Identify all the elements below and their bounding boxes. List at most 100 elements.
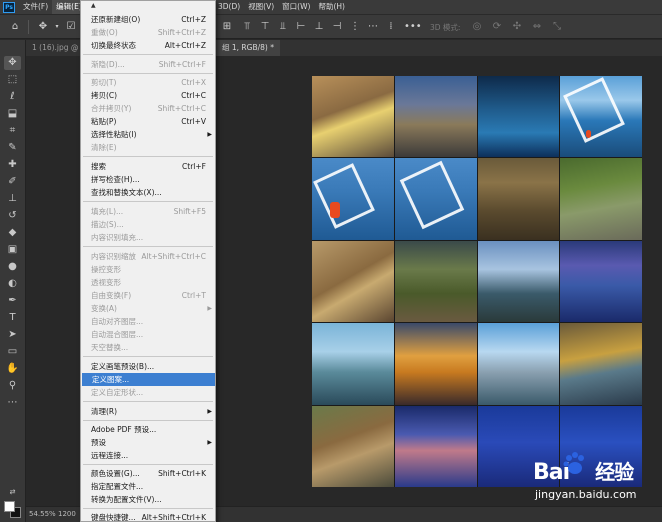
more-tools-icon[interactable]: ⋯ xyxy=(4,396,21,410)
align-bottom-icon[interactable]: ⫫ xyxy=(276,20,290,34)
crop-tool-icon[interactable]: ⌗ xyxy=(4,124,21,138)
menu-item-cut[interactable]: 剪切(T) Ctrl+X xyxy=(81,76,215,89)
type-tool-icon[interactable]: T xyxy=(4,311,21,325)
paw-icon xyxy=(563,452,584,474)
menu-item-free-transform[interactable]: 自由变换(F) Ctrl+T xyxy=(81,289,215,302)
photo-frame-graphic xyxy=(399,161,465,230)
path-select-tool-icon[interactable]: ➤ xyxy=(4,328,21,342)
menu-item-convert-to-profile[interactable]: 转换为配置文件(V)... xyxy=(81,493,215,506)
menu-item-adobe-pdf-presets[interactable]: Adobe PDF 预设... xyxy=(81,423,215,436)
3d-roll-icon[interactable]: ⟳ xyxy=(490,20,504,34)
menu-item-purge[interactable]: 清理(R) ▶ xyxy=(81,405,215,418)
distribute-horizontal-icon[interactable]: ⁞ xyxy=(384,20,398,34)
photo-frame-graphic xyxy=(563,77,626,143)
menu-item-copy[interactable]: 拷贝(C) Ctrl+C xyxy=(81,89,215,102)
photo-tile xyxy=(312,405,394,487)
transform-controls-icon[interactable]: ⊞ xyxy=(220,20,234,34)
photo-tile xyxy=(560,76,642,158)
move-tool-icon[interactable]: ✥ xyxy=(4,56,21,70)
menu-3d[interactable]: 3D(D) xyxy=(214,0,244,14)
3d-slide-icon[interactable]: ⇔ xyxy=(530,20,544,34)
swap-colors-icon[interactable]: ⇄ xyxy=(4,485,21,499)
menu-item-assign-profile[interactable]: 指定配置文件... xyxy=(81,480,215,493)
menu-item-undo[interactable]: 还原新建组(O) Ctrl+Z xyxy=(81,13,215,26)
3d-scale-icon[interactable]: ⤡ xyxy=(550,20,564,34)
align-right-icon[interactable]: ⊣ xyxy=(330,20,344,34)
menu-item-fill[interactable]: 填充(L)... Shift+F5 xyxy=(81,205,215,218)
menu-item-copy-merged[interactable]: 合并拷贝(Y) Shift+Ctrl+C xyxy=(81,102,215,115)
dodge-tool-icon[interactable]: ◐ xyxy=(4,277,21,291)
menu-item-color-settings[interactable]: 颜色设置(G)... Shift+Ctrl+K xyxy=(81,467,215,480)
menu-item-clear[interactable]: 清除(E) xyxy=(81,141,215,154)
menu-item-keyboard-shortcuts[interactable]: 键盘快捷键... Alt+Shift+Ctrl+K xyxy=(81,511,215,522)
menu-view[interactable]: 视图(V) xyxy=(244,0,278,14)
zoom-level[interactable]: 54.55% xyxy=(29,510,56,518)
menu-item-toggle-last-state[interactable]: 切换最终状态 Alt+Ctrl+Z xyxy=(81,39,215,52)
menu-item-define-pattern[interactable]: 定义图案... xyxy=(82,373,215,386)
photo-tile xyxy=(312,158,394,240)
distribute-vertical-icon[interactable]: ⋯ xyxy=(366,20,380,34)
eraser-tool-icon[interactable]: ◆ xyxy=(4,226,21,240)
align-hcenter-icon[interactable]: ⊥ xyxy=(312,20,326,34)
history-brush-tool-icon[interactable]: ↺ xyxy=(4,209,21,223)
chevron-down-icon[interactable]: ▾ xyxy=(50,20,64,34)
marquee-tool-icon[interactable]: ⬚ xyxy=(4,73,21,87)
menu-item-find-replace[interactable]: 查找和替换文本(X)... xyxy=(81,186,215,199)
lasso-tool-icon[interactable]: ℓ xyxy=(4,90,21,104)
menu-item-presets[interactable]: 预设 ▶ xyxy=(81,436,215,449)
menu-item-define-custom-shape[interactable]: 定义自定形状... xyxy=(81,386,215,399)
more-options-icon[interactable]: ••• xyxy=(404,20,422,34)
menu-item-content-aware-fill[interactable]: 内容识别填充... xyxy=(81,231,215,244)
menu-help[interactable]: 帮助(H) xyxy=(314,0,349,14)
align-left-icon[interactable]: ⊢ xyxy=(294,20,308,34)
menu-item-define-brush-preset[interactable]: 定义画笔预设(B)... xyxy=(81,360,215,373)
foreground-color-swatch[interactable] xyxy=(4,501,15,512)
menu-item-spell-check[interactable]: 拼写检查(H)... xyxy=(81,173,215,186)
menu-item-search[interactable]: 搜索 Ctrl+F xyxy=(81,160,215,173)
menu-item-perspective-warp[interactable]: 透视变形 xyxy=(81,276,215,289)
move-tool-icon[interactable]: ✥ xyxy=(36,20,50,34)
scroll-up-icon[interactable]: ▲ xyxy=(91,2,96,9)
gradient-tool-icon[interactable]: ▣ xyxy=(4,243,21,257)
photo-tile xyxy=(394,240,477,323)
hand-tool-icon[interactable]: ✋ xyxy=(4,362,21,376)
photoshop-window: Ps 文件(F) 编辑(E) 3D(D) 视图(V) 窗口(W) 帮助(H) ⌂… xyxy=(0,0,662,522)
brush-tool-icon[interactable]: ✐ xyxy=(4,175,21,189)
photo-tile xyxy=(477,158,560,240)
document-canvas[interactable] xyxy=(312,76,642,487)
person-figure xyxy=(330,202,340,219)
menu-item-remote-connections[interactable]: 远程连接... xyxy=(81,449,215,462)
eyedropper-tool-icon[interactable]: ✎ xyxy=(4,141,21,155)
menu-item-sky-replacement[interactable]: 天空替换... xyxy=(81,341,215,354)
menu-item-stroke[interactable]: 描边(S)... xyxy=(81,218,215,231)
rectangle-tool-icon[interactable]: ▭ xyxy=(4,345,21,359)
menu-item-transform[interactable]: 变换(A) ▶ xyxy=(81,302,215,315)
distribute-icon[interactable]: ⋮ xyxy=(348,20,362,34)
menu-item-paste-special[interactable]: 选择性粘贴(I) ▶ xyxy=(81,128,215,141)
menu-item-redo[interactable]: 重做(O) Shift+Ctrl+Z xyxy=(81,26,215,39)
align-top-icon[interactable]: ⫪ xyxy=(240,20,254,34)
menu-file[interactable]: 文件(F) xyxy=(19,0,52,14)
3d-pan-icon[interactable]: ✣ xyxy=(510,20,524,34)
blur-tool-icon[interactable]: ● xyxy=(4,260,21,274)
3d-orbit-icon[interactable]: ◎ xyxy=(470,20,484,34)
menu-window[interactable]: 窗口(W) xyxy=(278,0,314,14)
menu-item-content-aware-scale[interactable]: 内容识别缩放 Alt+Shift+Ctrl+C xyxy=(81,250,215,263)
submenu-arrow-icon: ▶ xyxy=(207,131,212,138)
menu-item-paste[interactable]: 粘贴(P) Ctrl+V xyxy=(81,115,215,128)
menu-item-puppet-warp[interactable]: 操控变形 xyxy=(81,263,215,276)
edit-menu-dropdown: ▲ 还原新建组(O) Ctrl+Z 重做(O) Shift+Ctrl+Z 切换最终状… xyxy=(80,0,216,522)
stamp-tool-icon[interactable]: ⊥ xyxy=(4,192,21,206)
menu-item-auto-blend-layers[interactable]: 自动混合图层... xyxy=(81,328,215,341)
home-icon[interactable]: ⌂ xyxy=(8,20,22,34)
auto-select-checkbox[interactable]: ☑ xyxy=(64,20,78,34)
pen-tool-icon[interactable]: ✒ xyxy=(4,294,21,308)
tab-document-1[interactable]: 1 (16).jpg @ xyxy=(26,40,84,56)
menu-item-fade[interactable]: 渐隐(D)... Shift+Ctrl+F xyxy=(81,58,215,71)
tab-document-2[interactable]: 组 1, RGB/8) * xyxy=(216,40,280,56)
align-vcenter-icon[interactable]: ⊤ xyxy=(258,20,272,34)
healing-brush-tool-icon[interactable]: ✚ xyxy=(4,158,21,172)
object-select-tool-icon[interactable]: ⬓ xyxy=(4,107,21,121)
zoom-tool-icon[interactable]: ⚲ xyxy=(4,379,21,393)
menu-item-auto-align-layers[interactable]: 自动对齐图层... xyxy=(81,315,215,328)
